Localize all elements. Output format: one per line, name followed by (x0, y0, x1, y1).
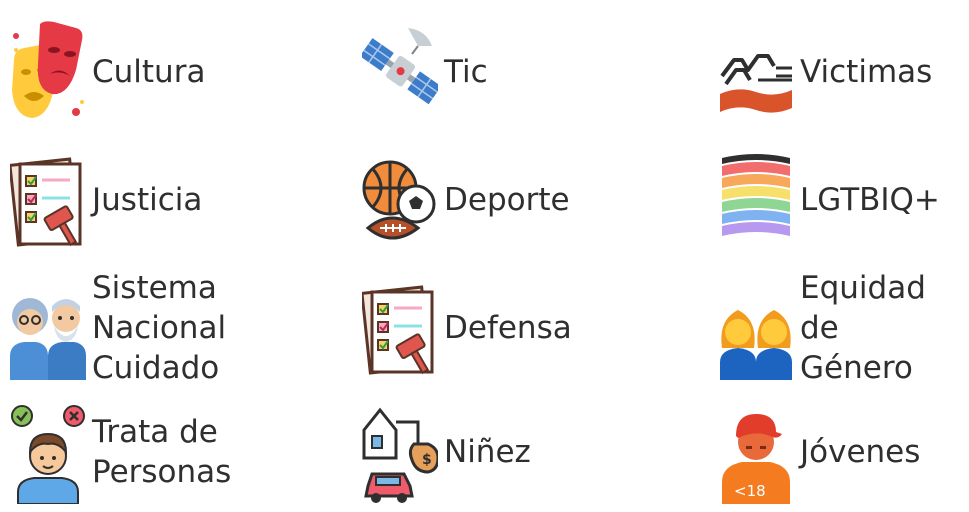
category-tic[interactable]: Tic (362, 12, 702, 132)
satellite-icon (362, 20, 438, 124)
category-justicia[interactable]: Justicia (10, 140, 350, 260)
svg-text:$: $ (422, 452, 432, 468)
category-label: Defensa (444, 310, 572, 346)
category-label-line-1: Sistema Nacional (92, 270, 227, 346)
category-label: Victimas (800, 54, 933, 90)
category-defensa[interactable]: Defensa (362, 268, 702, 388)
house-car-money-icon: $ (362, 400, 438, 504)
category-label-line-1: Equidad de (800, 270, 926, 346)
category-label: Trata de Personas (92, 412, 231, 492)
category-label-line-2: Personas (92, 454, 232, 490)
category-grid: Cultura Tic Victimas Justicia Deporte LG… (0, 0, 969, 504)
category-label: Cultura (92, 54, 206, 90)
category-lgtbiq[interactable]: LGTBIQ+ (718, 140, 968, 260)
svg-text:<18: <18 (734, 482, 766, 500)
person-choice-icon (10, 400, 86, 504)
elderly-couple-icon (10, 276, 86, 380)
category-cultura[interactable]: Cultura (10, 12, 350, 132)
victims-icon (718, 20, 794, 124)
theater-masks-icon (10, 20, 86, 124)
category-label: Sistema Nacional Cuidado (92, 268, 350, 388)
category-jovenes[interactable]: <18 Jóvenes (718, 392, 968, 512)
category-label: Equidad de Género (800, 268, 968, 388)
category-trata-de-personas[interactable]: Trata de Personas (10, 392, 350, 512)
checklist-gavel-icon (10, 148, 86, 252)
category-ninez[interactable]: $ Niñez (362, 392, 702, 512)
category-label-line-2: Género (800, 350, 913, 386)
category-equidad-de-genero[interactable]: Equidad de Género (718, 268, 968, 388)
category-sistema-nacional-cuidado[interactable]: Sistema Nacional Cuidado (10, 268, 350, 388)
category-label-line-1: Trata de (92, 414, 218, 450)
category-label: Tic (444, 54, 488, 90)
category-label: LGTBIQ+ (800, 182, 940, 218)
category-label: Niñez (444, 434, 531, 470)
sports-balls-icon (362, 148, 438, 252)
two-women-icon (718, 276, 794, 380)
category-label: Justicia (92, 182, 203, 218)
category-victimas[interactable]: Victimas (718, 12, 968, 132)
rainbow-flag-icon (718, 148, 794, 252)
category-label: Jóvenes (800, 434, 921, 470)
checklist-gavel-icon (362, 276, 438, 380)
youth-cap-icon: <18 (718, 400, 794, 504)
category-label-line-2: Cuidado (92, 350, 220, 386)
category-deporte[interactable]: Deporte (362, 140, 702, 260)
category-label: Deporte (444, 182, 570, 218)
